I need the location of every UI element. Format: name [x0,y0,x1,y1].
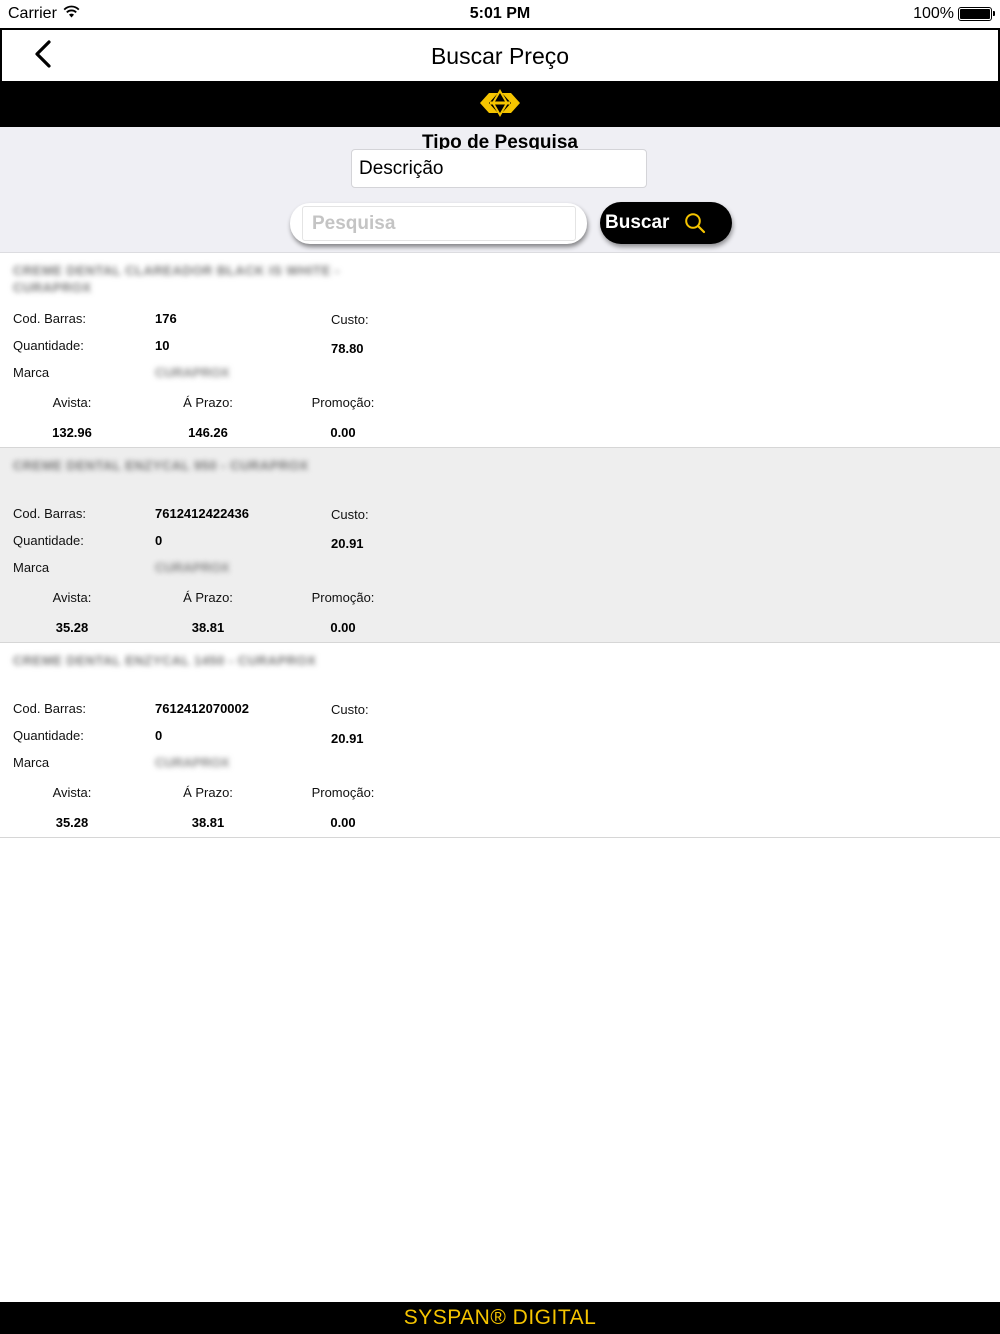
cod-barras-label: Cod. Barras: [13,506,86,521]
custo-value: 20.91 [331,731,364,746]
search-input[interactable] [302,206,576,241]
nav-bar: Buscar Preço [0,28,1000,83]
aprazo-label: Á Prazo: [183,395,233,410]
custo-label: Custo: [331,312,369,327]
quantidade-value: 0 [155,728,163,743]
quantidade-value: 0 [155,533,163,548]
status-time: 5:01 PM [469,5,531,22]
marca-label: Marca [13,755,50,770]
status-right: 100% [913,5,995,23]
custo-label: Custo: [331,507,369,522]
quantidade-label: Quantidade: [13,533,84,548]
search-type-select[interactable]: Descrição [351,149,647,188]
marca-label: Marca [13,365,50,380]
promocao-value: 0.00 [330,620,356,635]
cod-barras-label: Cod. Barras: [13,311,86,326]
avista-label: Avista: [52,785,92,800]
promocao-label: Promoção: [311,590,375,605]
cod-barras-value: 7612412422436 [155,506,249,521]
page-title: Buscar Preço [430,43,570,69]
promocao-label: Promoção: [311,785,375,800]
promocao-value: 0.00 [330,425,356,440]
quantidade-value: 10 [155,338,170,353]
avista-value: 35.28 [55,815,89,830]
battery-icon [958,7,995,21]
marca-value: CURAPROX [155,755,230,770]
search-icon [684,212,706,234]
syspan-logo-icon [478,88,522,122]
aprazo-value: 146.26 [188,425,228,440]
quantidade-label: Quantidade: [13,728,84,743]
results-list: CREME DENTAL CLAREADOR BLACK IS WHITE - … [0,253,1000,838]
promocao-label: Promoção: [311,395,375,410]
search-area: Tipo de Pesquisa Descrição Buscar [0,127,1000,253]
back-button[interactable] [28,39,58,73]
battery-percent: 100% [913,5,954,22]
logo-band [0,83,1000,127]
aprazo-label: Á Prazo: [183,785,233,800]
cod-barras-value: 7612412070002 [155,701,249,716]
cod-barras-value: 176 [155,311,177,326]
custo-value: 20.91 [331,536,364,551]
aprazo-value: 38.81 [191,815,225,830]
list-item[interactable]: CREME DENTAL ENZYCAL 1450 - CURAPROX Cod… [0,643,1000,838]
marca-value: CURAPROX [155,365,230,380]
battery-fill [960,9,990,19]
aprazo-label: Á Prazo: [183,590,233,605]
buscar-button-label: Buscar [605,212,670,233]
custo-label: Custo: [331,702,369,717]
buscar-button[interactable]: Buscar [600,202,732,244]
list-item[interactable]: CREME DENTAL ENZYCAL 950 - CURAPROX Cod.… [0,448,1000,643]
custo-value: 78.80 [331,341,364,356]
product-title: CREME DENTAL ENZYCAL 950 - CURAPROX [13,458,309,473]
quantidade-label: Quantidade: [13,338,84,353]
avista-label: Avista: [52,590,92,605]
list-item[interactable]: CREME DENTAL CLAREADOR BLACK IS WHITE - … [0,253,1000,448]
aprazo-value: 38.81 [191,620,225,635]
marca-label: Marca [13,560,50,575]
promocao-value: 0.00 [330,815,356,830]
cod-barras-label: Cod. Barras: [13,701,86,716]
avista-value: 35.28 [55,620,89,635]
status-bar: Carrier 5:01 PM 100% [0,0,1000,28]
avista-label: Avista: [52,395,92,410]
search-input-wrapper [290,203,587,244]
avista-value: 132.96 [52,425,92,440]
product-title: CREME DENTAL ENZYCAL 1450 - CURAPROX [13,653,317,668]
product-title: CREME DENTAL CLAREADOR BLACK IS WHITE - … [13,263,340,295]
chevron-left-icon [34,39,52,73]
footer-brand: SYSPAN® DIGITAL [0,1302,1000,1334]
marca-value: CURAPROX [155,560,230,575]
